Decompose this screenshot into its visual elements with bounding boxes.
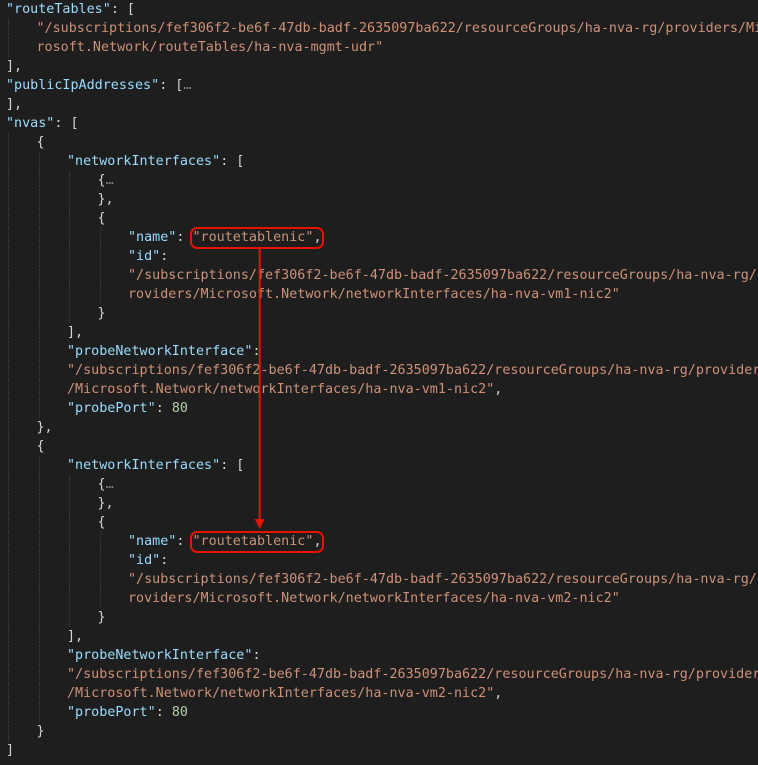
- arrow-head: [254, 519, 265, 529]
- highlight-box: [190, 227, 324, 249]
- annotation-arrow: [254, 249, 265, 529]
- highlight-box: [190, 531, 324, 553]
- code-editor[interactable]: "routeTables": ["/subscriptions/fef306f2…: [0, 0, 758, 765]
